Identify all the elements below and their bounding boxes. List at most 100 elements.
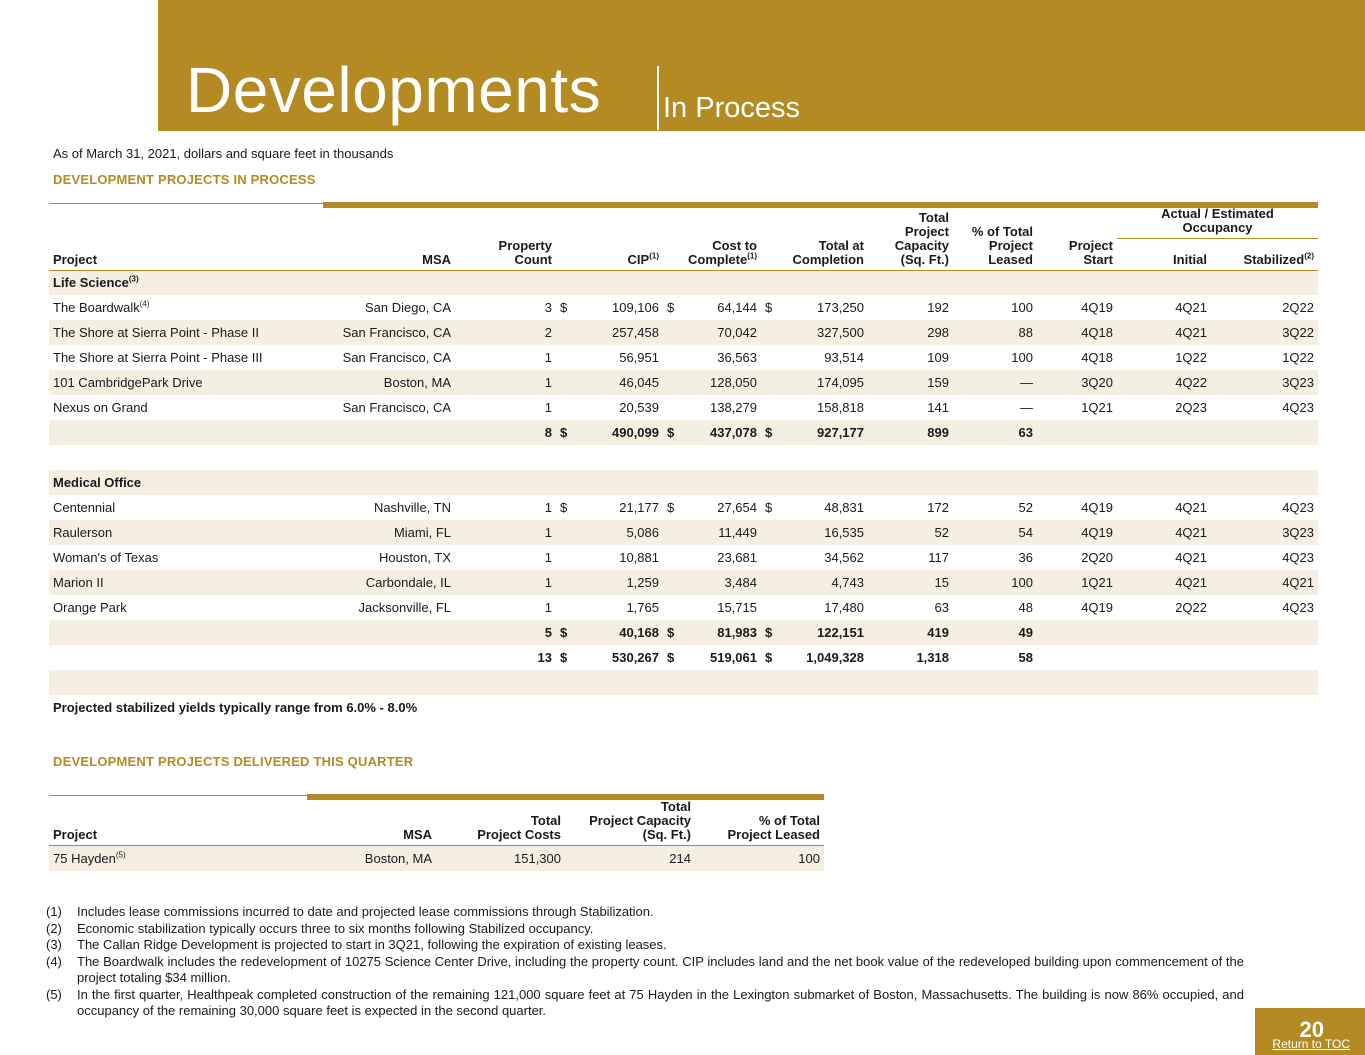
footnote: (1) Includes lease commissions incurred t…	[46, 904, 1244, 921]
capacity-cell: 117	[928, 550, 949, 565]
total-at-completion-cell: 16,535	[779, 520, 868, 545]
cost-to-complete-cell: 3,484	[681, 570, 761, 595]
currency-symbol: $	[663, 420, 681, 445]
delivered-col-msa: MSA	[299, 800, 436, 846]
cip-cell: 20,539	[619, 400, 659, 415]
project-name-cell: The Shore at Sierra Point - Phase II	[49, 320, 294, 345]
total-cost-to-complete-cell: 519,061	[710, 650, 757, 665]
blank-cell	[294, 420, 455, 445]
cip-cell: 10,881	[619, 550, 659, 565]
currency-symbol: $	[667, 300, 675, 315]
currency-symbol	[761, 570, 779, 595]
total-at-completion-cell: 4,743	[779, 570, 868, 595]
cost-to-complete-cell: 64,144	[717, 300, 757, 315]
currency-symbol	[556, 345, 574, 370]
msa-cell: Boston, MA	[299, 845, 436, 871]
project-start-cell: 4Q18	[1081, 350, 1113, 365]
currency-symbol	[663, 320, 681, 345]
return-to-toc-link[interactable]: Return to TOC	[1272, 1037, 1350, 1051]
cip-cell: 1,259	[574, 570, 663, 595]
initial-occupancy-cell: 4Q21	[1175, 300, 1207, 315]
footnote-ref: (4)	[139, 299, 150, 309]
table-row: The Shore at Sierra Point - Phase II San …	[49, 320, 1319, 345]
project-start-cell: 4Q19	[1037, 520, 1117, 545]
project-name: The Shore at Sierra Point - Phase II	[53, 325, 259, 340]
project-name: The Shore at Sierra Point - Phase III	[53, 350, 263, 365]
project-name-cell: Centennial	[49, 495, 294, 520]
total-leased-cell: 58	[1018, 650, 1033, 665]
currency-symbol	[663, 545, 681, 570]
currency-symbol	[761, 595, 779, 620]
total-at-completion-cell: 1,049,328	[806, 650, 864, 665]
currency-symbol	[663, 345, 681, 370]
leased-cell: 52	[1018, 500, 1033, 515]
table-row: Marion II Carbondale, IL 1 1,259 3,484 4,743 1…	[49, 570, 1319, 595]
project-name-cell: Nexus on Grand	[49, 395, 294, 420]
property-count-cell: 1	[544, 550, 552, 565]
initial-occupancy-cell: 4Q21	[1117, 320, 1211, 345]
footnote-text: Includes lease commissions incurred to d…	[77, 904, 654, 919]
project-start-cell: 4Q19	[1081, 600, 1113, 615]
col-property-count: Property Count	[455, 238, 556, 271]
initial-occupancy-cell: 1Q22	[1175, 350, 1207, 365]
property-count-cell: 1	[544, 350, 552, 365]
total-at-completion-cell: 93,514	[824, 350, 864, 365]
stabilized-occupancy-cell: 3Q22	[1211, 320, 1319, 345]
footnote: (3) The Callan Ridge Development is proje…	[46, 937, 1244, 954]
stabilized-occupancy-cell: 1Q22	[1282, 350, 1315, 365]
stabilized-occupancy-cell: 4Q23	[1282, 600, 1315, 615]
delivered-top-rule-thin	[49, 795, 307, 796]
initial-occupancy-cell: 4Q21	[1175, 500, 1207, 515]
project-start-cell: 2Q20	[1081, 550, 1113, 565]
project-start-cell: 1Q21	[1037, 570, 1117, 595]
table-row: Centennial Nashville, TN 1 $21,177 $27,654 $4…	[49, 495, 1318, 520]
group-header-life-science: Life Science(3)	[49, 270, 1319, 295]
col-total-at-completion: Total at Completion	[779, 238, 868, 271]
project-name-cell: Orange Park	[49, 595, 294, 620]
yield-note: Projected stabilized yields typically ra…	[53, 700, 418, 715]
msa-cell: San Diego, CA	[365, 300, 451, 315]
spacer-row-shaded	[49, 670, 1319, 695]
currency-symbol	[556, 570, 574, 595]
property-count-cell: 1	[455, 570, 556, 595]
col-msa: MSA	[294, 238, 455, 271]
property-count-cell: 1	[544, 600, 552, 615]
project-name: Woman's of Texas	[53, 550, 159, 565]
blank-cell	[294, 620, 455, 645]
cip-cell: 21,177	[619, 500, 659, 515]
page-title: Developments	[186, 54, 602, 126]
total-at-completion-cell: 48,831	[824, 500, 864, 515]
blank-cell	[49, 620, 294, 645]
property-count-cell: 1	[455, 520, 556, 545]
capacity-cell: 298	[868, 320, 953, 345]
total-count-cell: 8	[455, 420, 556, 445]
blank-cell	[1211, 645, 1318, 670]
project-name-cell: The Shore at Sierra Point - Phase III	[49, 345, 294, 370]
msa-cell: Houston, TX	[378, 550, 451, 565]
blank-cell	[1037, 620, 1117, 645]
footnotes: (1) Includes lease commissions incurred t…	[46, 904, 1244, 1020]
project-name-cell: Raulerson	[49, 520, 294, 545]
currency-symbol	[761, 545, 779, 570]
total-at-completion-cell: 17,480	[824, 600, 864, 615]
cost-to-complete-cell: 23,681	[717, 550, 757, 565]
project-name: Marion II	[53, 575, 104, 590]
total-cip-cell: 530,267	[612, 650, 659, 665]
footnote-text: The Boardwalk includes the redevelopment…	[77, 953, 1244, 986]
currency-symbol: $	[765, 650, 773, 665]
table-row: Raulerson Miami, FL 1 5,086 11,449 16,535 52 54…	[49, 520, 1319, 545]
cost-to-complete-cell: 138,279	[710, 400, 757, 415]
total-leased-cell: 63	[953, 420, 1037, 445]
leased-cell: 36	[1018, 550, 1033, 565]
project-start-cell: 1Q21	[1081, 400, 1113, 415]
footnote: (2) Economic stabilization typically occu…	[46, 921, 1244, 938]
stabilized-occupancy-cell: 4Q23	[1282, 400, 1315, 415]
blank-cell	[1037, 645, 1117, 670]
total-cost-to-complete-cell: 81,983	[681, 620, 761, 645]
table-row: Nexus on Grand San Francisco, CA 1 20,539 13…	[49, 395, 1318, 420]
table-row: The Shore at Sierra Point - Phase III San…	[49, 345, 1318, 370]
page-footer-box: 20 Return to TOC	[1255, 1008, 1365, 1055]
currency-symbol: $	[560, 500, 568, 515]
total-capacity-cell: 419	[868, 620, 953, 645]
capacity-cell: 63	[934, 600, 949, 615]
